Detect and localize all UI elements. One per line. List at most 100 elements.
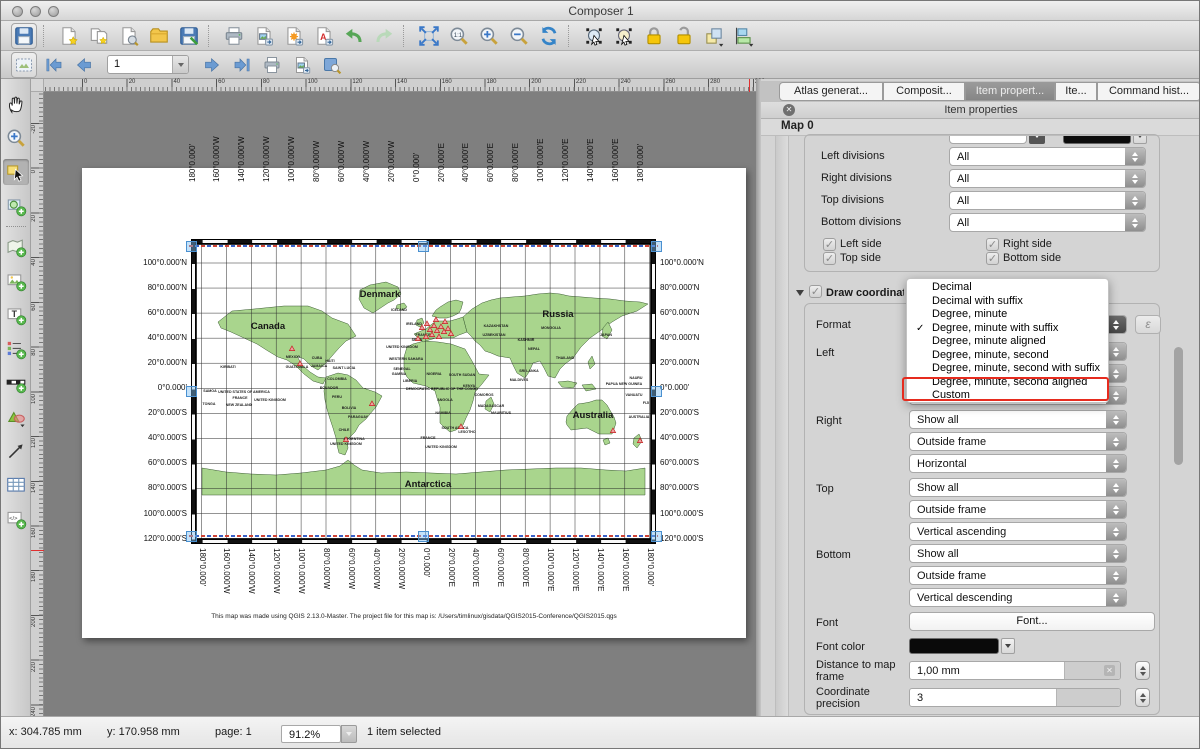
frame-style-dropdown[interactable] — [1029, 136, 1045, 144]
raise-items-button[interactable] — [701, 23, 727, 49]
atlas-preview-button[interactable] — [11, 52, 37, 78]
select-next-below-button[interactable] — [581, 23, 607, 49]
add-basic-shape-button[interactable] — [3, 404, 29, 430]
last-feature-button[interactable] — [229, 52, 255, 78]
zoom-button[interactable] — [3, 125, 29, 151]
refresh-view-button[interactable] — [536, 23, 562, 49]
menu-item-degree-minute-second[interactable]: Degree, minute, second — [907, 349, 1110, 363]
right-divisions-combo[interactable]: All — [949, 169, 1146, 188]
top-side-checkbox[interactable]: ✓ — [823, 252, 836, 265]
lock-items-button[interactable] — [641, 23, 667, 49]
font-color-swatch[interactable] — [909, 638, 999, 654]
composer-manager-button[interactable] — [116, 23, 142, 49]
right-row2-combo[interactable]: Outside frame — [909, 432, 1127, 451]
selection-handle[interactable] — [651, 531, 662, 542]
precision-field[interactable]: 3 — [909, 688, 1121, 707]
frame-style-combo[interactable] — [949, 136, 1027, 144]
redo-button[interactable] — [371, 23, 397, 49]
left-side-checkbox[interactable]: ✓ — [823, 238, 836, 251]
add-attribute-table-button[interactable] — [3, 472, 29, 498]
save-project-button[interactable] — [11, 23, 37, 49]
zoom-combo[interactable]: 91.2% — [281, 725, 341, 743]
font-button[interactable]: Font... — [909, 612, 1155, 631]
menu-item-degree-minute-aligned[interactable]: Degree, minute aligned — [907, 335, 1110, 349]
selection-handle[interactable] — [186, 386, 197, 397]
next-feature-button[interactable] — [199, 52, 225, 78]
unlock-items-button[interactable] — [671, 23, 697, 49]
menu-item-decimal-with-suffix[interactable]: Decimal with suffix — [907, 295, 1110, 309]
tab-command-hist-[interactable]: Command hist... — [1097, 82, 1200, 101]
top-row3-combo[interactable]: Vertical ascending — [909, 522, 1127, 541]
menu-item-degree-minute-second-with-suffix[interactable]: Degree, minute, second with suffix — [907, 362, 1110, 376]
distance-stepper[interactable] — [1135, 661, 1150, 680]
precision-stepper[interactable] — [1135, 688, 1150, 707]
bottom-side-checkbox[interactable]: ✓ — [986, 252, 999, 265]
select-move-item-button[interactable] — [3, 159, 29, 185]
zoom-full-button[interactable] — [416, 23, 442, 49]
add-image-button[interactable] — [3, 268, 29, 294]
top-row2-combo[interactable]: Outside frame — [909, 500, 1127, 519]
collapse-arrow-icon[interactable] — [796, 290, 804, 296]
export-as-svg-button[interactable] — [281, 23, 307, 49]
move-item-content-button[interactable] — [3, 193, 29, 219]
zoom-in-button[interactable] — [476, 23, 502, 49]
print-button[interactable] — [221, 23, 247, 49]
selection-handle[interactable] — [651, 241, 662, 252]
load-template-button[interactable] — [146, 23, 172, 49]
bottom-divisions-combo[interactable]: All — [949, 213, 1146, 232]
print-atlas-button[interactable] — [259, 52, 285, 78]
left-divisions-combo[interactable]: All — [949, 147, 1146, 166]
bottom-row2-combo[interactable]: Outside frame — [909, 566, 1127, 585]
atlas-page-dropdown[interactable] — [172, 56, 188, 73]
first-feature-button[interactable] — [41, 52, 67, 78]
zoom-actual-button[interactable]: 1:1 — [446, 23, 472, 49]
panel-scrollbar[interactable] — [1174, 347, 1183, 465]
tab-composit-[interactable]: Composit... — [883, 82, 965, 101]
export-as-image-button[interactable] — [251, 23, 277, 49]
menu-item-degree-minute-with-suffix[interactable]: Degree, minute with suffix✓ — [907, 322, 1110, 336]
right-row3-combo[interactable]: Horizontal — [909, 454, 1127, 473]
selection-handle[interactable] — [418, 241, 429, 252]
title-bar[interactable]: Composer 1 — [1, 1, 1200, 21]
top-divisions-combo[interactable]: All — [949, 191, 1146, 210]
atlas-settings-button[interactable] — [319, 52, 345, 78]
expression-button[interactable]: ε — [1135, 315, 1161, 334]
frame-color-swatch[interactable] — [1063, 136, 1131, 144]
bottom-row1-combo[interactable]: Show all — [909, 544, 1127, 563]
draw-coordinates-checkbox[interactable]: ✓ — [809, 285, 822, 298]
pan-button[interactable] — [3, 91, 29, 117]
font-color-dropdown[interactable] — [1001, 638, 1015, 654]
add-scalebar-button[interactable] — [3, 370, 29, 396]
tab-item-propert-[interactable]: Item propert... — [965, 82, 1055, 101]
select-next-above-button[interactable] — [611, 23, 637, 49]
tab-atlas-generat-[interactable]: Atlas generat... — [779, 82, 883, 101]
right-row1-combo[interactable]: Show all — [909, 410, 1127, 429]
add-arrow-button[interactable] — [3, 438, 29, 464]
new-composer-button[interactable] — [56, 23, 82, 49]
map-item[interactable]: ICELANDIRELANDFRANCESPAINUNITED KINGDOMW… — [196, 244, 651, 539]
bottom-row3-combo[interactable]: Vertical descending — [909, 588, 1127, 607]
frame-color-dropdown[interactable] — [1133, 136, 1147, 144]
add-html-frame-button[interactable]: </> — [3, 506, 29, 532]
selection-handle[interactable] — [418, 531, 429, 542]
atlas-page-combo[interactable]: 1 — [107, 55, 189, 74]
selection-handle[interactable] — [651, 386, 662, 397]
zoom-out-button[interactable] — [506, 23, 532, 49]
align-items-button[interactable] — [731, 23, 757, 49]
right-side-checkbox[interactable]: ✓ — [986, 238, 999, 251]
distance-field[interactable]: 1,00 mm ✕ — [909, 661, 1121, 680]
export-atlas-button[interactable] — [289, 52, 315, 78]
export-as-pdf-button[interactable]: A — [311, 23, 337, 49]
menu-item-decimal[interactable]: Decimal — [907, 281, 1110, 295]
duplicate-composer-button[interactable] — [86, 23, 112, 49]
add-new-label-button[interactable]: T — [3, 302, 29, 328]
selection-handle[interactable] — [186, 531, 197, 542]
add-new-map-button[interactable] — [3, 234, 29, 260]
composition-canvas[interactable]: ICELANDIRELANDFRANCESPAINUNITED KINGDOMW… — [44, 92, 756, 716]
previous-feature-button[interactable] — [71, 52, 97, 78]
zoom-dropdown[interactable] — [341, 725, 357, 743]
top-row1-combo[interactable]: Show all — [909, 478, 1127, 497]
save-as-template-button[interactable] — [176, 23, 202, 49]
undo-button[interactable] — [341, 23, 367, 49]
tab-ite-[interactable]: Ite... — [1055, 82, 1097, 101]
